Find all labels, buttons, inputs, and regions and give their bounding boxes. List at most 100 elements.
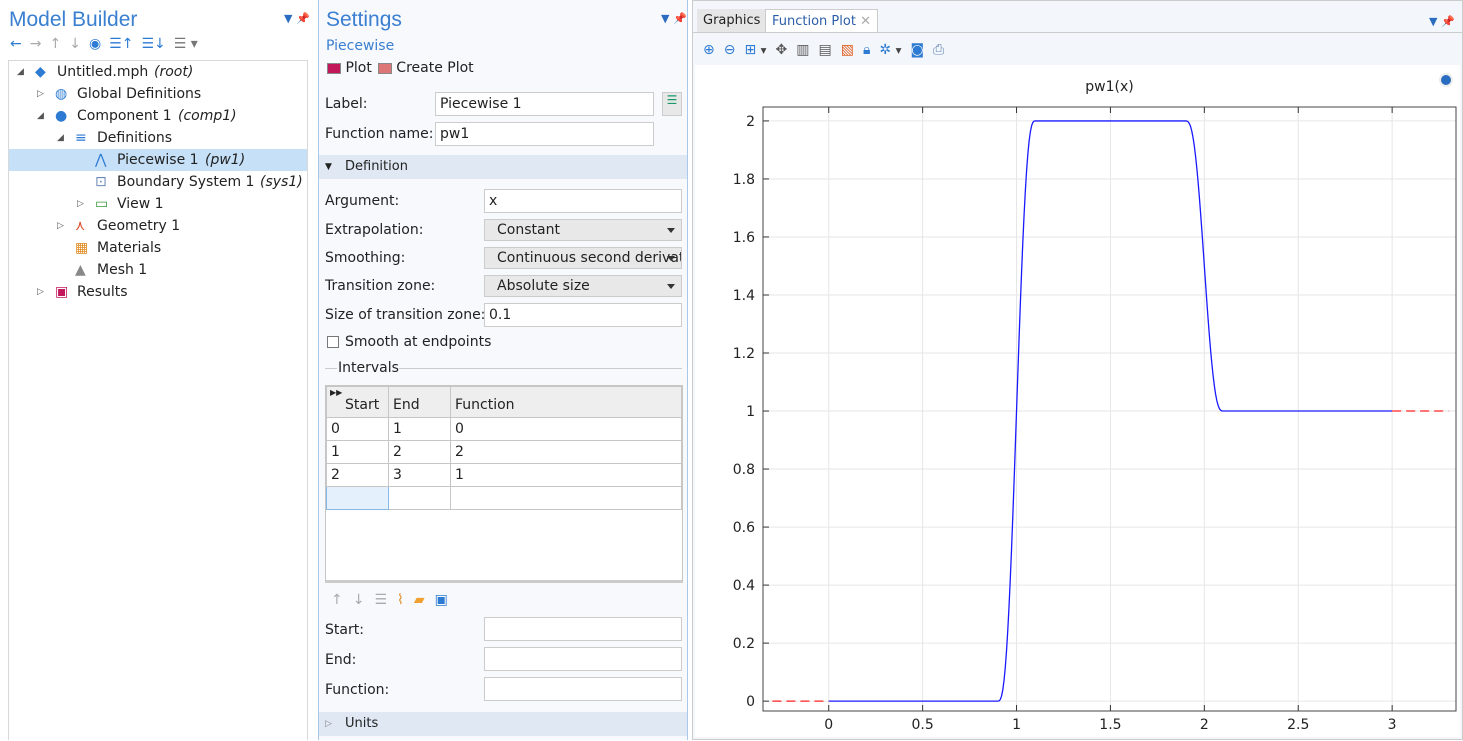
move-up-icon[interactable]: ↑ [331, 592, 343, 608]
tree-node-view-1[interactable]: ▷ ▭ View 1 [9, 193, 307, 215]
table-row[interactable]: 122 [326, 440, 682, 464]
tree-node-component-1[interactable]: ◢ ● Component 1 (comp1) [9, 105, 307, 127]
expand-icon[interactable]: ▷ [37, 83, 44, 105]
start-field[interactable] [484, 617, 682, 641]
function-name-field[interactable]: pw1 [435, 122, 654, 146]
save-to-file-icon[interactable]: ▣ [435, 592, 448, 608]
tree-node-materials[interactable]: ▦ Materials [9, 237, 307, 259]
end-label: End: [325, 652, 357, 668]
move-down-icon[interactable]: ↓ [353, 592, 365, 608]
collapse-icon[interactable]: ◢ [57, 127, 64, 149]
y-tick-label: 0.6 [733, 520, 755, 536]
cell-end[interactable]: 1 [388, 417, 451, 441]
x-tick-label: 0.5 [912, 717, 934, 733]
expand-all-icon[interactable]: ☰↓ [141, 36, 165, 52]
globe-icon: ◍ [55, 86, 68, 102]
comment-icon[interactable]: ☰ [662, 92, 682, 116]
table-row[interactable]: 231 [326, 463, 682, 487]
delete-rows-icon[interactable]: ☰ [374, 592, 387, 608]
panel-menu-icon[interactable]: ▼ 📌 [284, 12, 310, 25]
cell-function[interactable]: 1 [450, 463, 682, 487]
move-down-icon[interactable]: ↓ [69, 36, 81, 52]
tree-node-mesh-1[interactable]: ▲ Mesh 1 [9, 259, 307, 281]
column-header-start[interactable]: Start [331, 397, 379, 413]
extrapolation-label: Extrapolation: [325, 222, 424, 238]
move-up-icon[interactable]: ↑ [49, 36, 61, 52]
y-tick-label: 2 [746, 114, 755, 130]
forward-arrow-icon[interactable]: → [30, 36, 42, 52]
cell-function[interactable]: 2 [450, 440, 682, 464]
tree-node-label: View 1 [117, 196, 164, 212]
cell-start[interactable] [326, 486, 389, 510]
definition-section[interactable]: ▼ Definition [319, 155, 687, 179]
tree-node-label: Piecewise 1 [117, 152, 199, 168]
end-field[interactable] [484, 647, 682, 671]
clear-table-icon[interactable]: ⌇ [397, 592, 404, 608]
results-icon: ▣ [55, 284, 69, 300]
pin-icon[interactable]: 📌 [296, 12, 310, 25]
label-field[interactable]: Piecewise 1 [435, 92, 654, 116]
geometry-icon: ⋏ [75, 218, 86, 234]
model-builder-toolbar: ← → ↑ ↓ ◉ ☰↑ ☰↓ ☰ ▾ [10, 36, 198, 52]
tree-node-untitled-mph[interactable]: ◢ ◆ Untitled.mph (root) [9, 61, 307, 83]
tree-node-global-definitions[interactable]: ▷ ◍ Global Definitions [9, 83, 307, 105]
collapse-icon[interactable]: ◢ [17, 61, 24, 83]
collapse-all-icon[interactable]: ☰↑ [109, 36, 133, 52]
load-from-file-icon[interactable]: ▰ [414, 592, 425, 608]
intervals-table[interactable]: ▶▶ Start End Function 010 122 231 [325, 385, 683, 583]
cell-end[interactable] [388, 486, 451, 510]
tree-node-geometry-1[interactable]: ▷ ⋏ Geometry 1 [9, 215, 307, 237]
function-label: Function: [325, 682, 390, 698]
smoothing-select[interactable]: Continuous second derivative [484, 247, 682, 269]
cell-function[interactable]: 0 [450, 417, 682, 441]
mesh-icon: ▲ [75, 262, 86, 278]
start-label: Start: [325, 622, 364, 638]
tree-node-label: Global Definitions [77, 86, 202, 102]
tree-node-definitions[interactable]: ◢ ≡ Definitions [9, 127, 307, 149]
list-options-icon[interactable]: ☰ ▾ [174, 36, 198, 52]
expand-triangle-icon: ▷ [325, 719, 332, 729]
transition-zone-select[interactable]: Absolute size [484, 275, 682, 297]
tree-node-tag: (comp1) [178, 108, 237, 124]
show-icon[interactable]: ◉ [89, 36, 101, 52]
back-arrow-icon[interactable]: ← [10, 36, 22, 52]
expand-icon[interactable]: ▷ [57, 215, 64, 237]
tree-node-piecewise-1[interactable]: ⋀ Piecewise 1 (pw1) [9, 149, 307, 171]
expand-icon[interactable]: ▷ [37, 281, 44, 303]
panel-menu-icon[interactable]: ▼ 📌 [661, 12, 687, 25]
table-row[interactable]: 010 [326, 417, 682, 441]
column-header-function[interactable]: Function [450, 386, 682, 418]
graphics-panel: Graphics Function Plot ✕ ▼ 📌 ⊕ ⊖ ⊞ ▾ ✥ ▥… [692, 0, 1463, 740]
tree-node-boundary-system-1[interactable]: ⊡ Boundary System 1 (sys1) [9, 171, 307, 193]
y-tick-label: 0.4 [733, 578, 755, 594]
expand-icon[interactable]: ▷ [77, 193, 84, 215]
units-header: Units [345, 716, 379, 731]
collapse-icon[interactable]: ◢ [37, 105, 44, 127]
argument-field[interactable]: x [484, 189, 682, 213]
cell-end[interactable]: 3 [388, 463, 451, 487]
tree-node-results[interactable]: ▷ ▣ Results [9, 281, 307, 303]
smoothing-label: Smoothing: [325, 250, 406, 266]
plot-frame [762, 106, 1457, 712]
component-icon: ● [55, 108, 68, 124]
y-tick-label: 1.6 [733, 230, 755, 246]
cell-start[interactable]: 2 [326, 463, 389, 487]
transition-size-field[interactable]: 0.1 [484, 303, 682, 327]
cell-end[interactable]: 2 [388, 440, 451, 464]
cell-function[interactable] [450, 486, 682, 510]
cell-start[interactable]: 1 [326, 440, 389, 464]
smooth-endpoints-label: Smooth at endpoints [345, 334, 492, 350]
table-row-empty[interactable] [326, 486, 682, 510]
units-section[interactable]: ▷ Units [319, 712, 687, 736]
x-tick-label: 1 [1012, 717, 1021, 733]
function-field[interactable] [484, 677, 682, 701]
tree-node-tag: (root) [154, 64, 194, 80]
create-plot-button[interactable]: Create Plot [377, 60, 474, 76]
cell-start[interactable]: 0 [326, 417, 389, 441]
definitions-icon: ≡ [75, 130, 87, 146]
tree-node-label: Untitled.mph [57, 64, 149, 80]
plot-button[interactable]: Plot [327, 60, 372, 76]
column-header-end[interactable]: End [388, 386, 451, 418]
extrapolation-select[interactable]: Constant [484, 219, 682, 241]
smooth-endpoints-checkbox[interactable] [327, 336, 339, 348]
